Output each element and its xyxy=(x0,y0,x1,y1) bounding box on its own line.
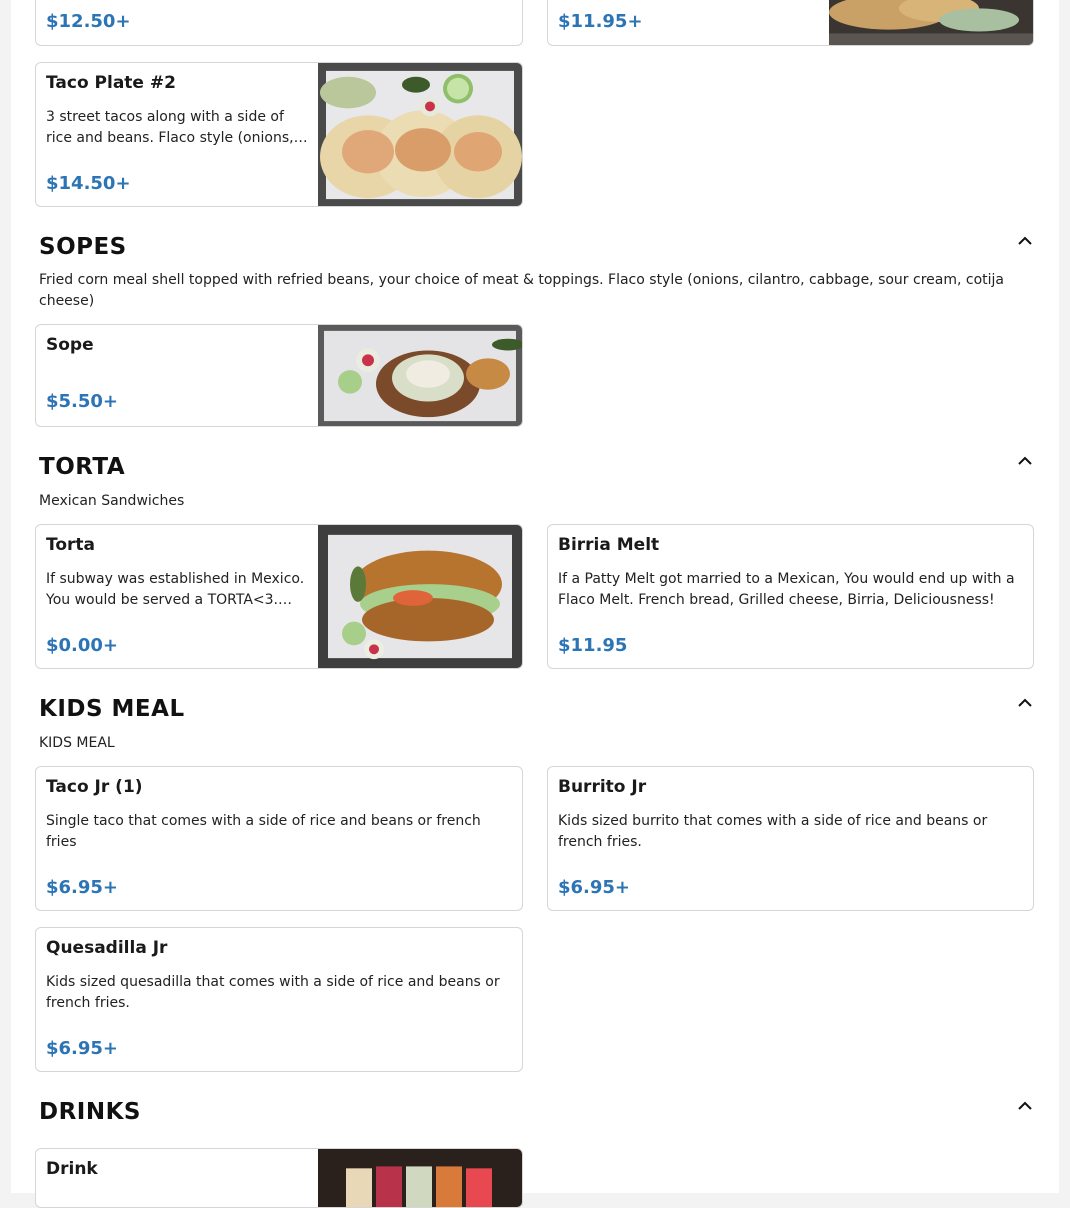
item-price: $14.50+ xyxy=(46,173,131,194)
menu-item-card-drink[interactable]: Drink xyxy=(35,1148,523,1208)
chevron-up-icon[interactable] xyxy=(1016,452,1034,470)
section-title-drinks: DRINKS xyxy=(39,1099,141,1125)
section-title-torta: TORTA xyxy=(39,454,126,480)
menu-item-card-birria-melt[interactable]: Birria Melt If a Patty Melt got married … xyxy=(547,524,1034,669)
item-price: $0.00+ xyxy=(46,635,119,656)
menu-item-card-taco-jr[interactable]: Taco Jr (1) Single taco that comes with … xyxy=(35,766,523,911)
item-name: Taco Plate #2 xyxy=(46,73,176,93)
item-description: Kids sized quesadilla that comes with a … xyxy=(46,974,500,1011)
item-name: Birria Melt xyxy=(558,535,660,555)
item-price: $6.95+ xyxy=(46,877,119,898)
menu-item-card-torta[interactable]: Torta If subway was established in Mexic… xyxy=(35,524,523,669)
item-price: $6.95+ xyxy=(46,1038,119,1059)
item-price: $12.50+ xyxy=(46,11,131,32)
drinks-photo xyxy=(318,1149,522,1207)
menu-item-card-taco-plate-2[interactable]: Taco Plate #2 3 street tacos along with … xyxy=(35,62,523,207)
chevron-up-icon[interactable] xyxy=(1016,232,1034,250)
menu-item-card-quesadilla-jr[interactable]: Quesadilla Jr Kids sized quesadilla that… xyxy=(35,927,523,1072)
egg-rolls-photo xyxy=(829,0,1033,45)
sope-photo xyxy=(318,325,522,426)
item-description: If subway was established in Mexico. You… xyxy=(46,571,305,608)
torta-photo xyxy=(318,525,522,668)
section-title-sopes: SOPES xyxy=(39,234,127,260)
item-description: Kids sized burrito that comes with a sid… xyxy=(558,813,988,850)
chevron-up-icon[interactable] xyxy=(1016,694,1034,712)
menu-page: $12.50+ $11.95+ Taco Plate #2 3 street t… xyxy=(11,0,1059,1208)
menu-item-card[interactable]: $12.50+ xyxy=(35,0,523,46)
menu-item-card[interactable]: $11.95+ xyxy=(547,0,1034,46)
item-price: $5.50+ xyxy=(46,391,119,412)
item-price: $6.95+ xyxy=(558,877,631,898)
item-name: Taco Jr (1) xyxy=(46,777,143,797)
menu-item-card-sope[interactable]: Sope $5.50+ xyxy=(35,324,523,427)
item-name: Torta xyxy=(46,535,95,555)
street-tacos-photo xyxy=(318,63,522,206)
item-name: Quesadilla Jr xyxy=(46,938,168,958)
section-description-sopes: Fried corn meal shell topped with refrie… xyxy=(39,272,1005,309)
item-name: Burrito Jr xyxy=(558,777,647,797)
item-price: $11.95+ xyxy=(558,11,643,32)
item-description: Single taco that comes with a side of ri… xyxy=(46,813,481,850)
item-name: Drink xyxy=(46,1159,98,1179)
section-description-torta: Mexican Sandwiches xyxy=(39,493,185,509)
section-title-kids-meal: KIDS MEAL xyxy=(39,696,185,722)
section-description-kids-meal: KIDS MEAL xyxy=(39,735,115,751)
item-price: $11.95 xyxy=(558,635,628,656)
menu-item-card-burrito-jr[interactable]: Burrito Jr Kids sized burrito that comes… xyxy=(547,766,1034,911)
item-description: 3 street tacos along with a side of rice… xyxy=(46,109,294,146)
chevron-up-icon[interactable] xyxy=(1016,1097,1034,1115)
item-description: If a Patty Melt got married to a Mexican… xyxy=(558,571,1015,608)
item-name: Sope xyxy=(46,335,94,355)
